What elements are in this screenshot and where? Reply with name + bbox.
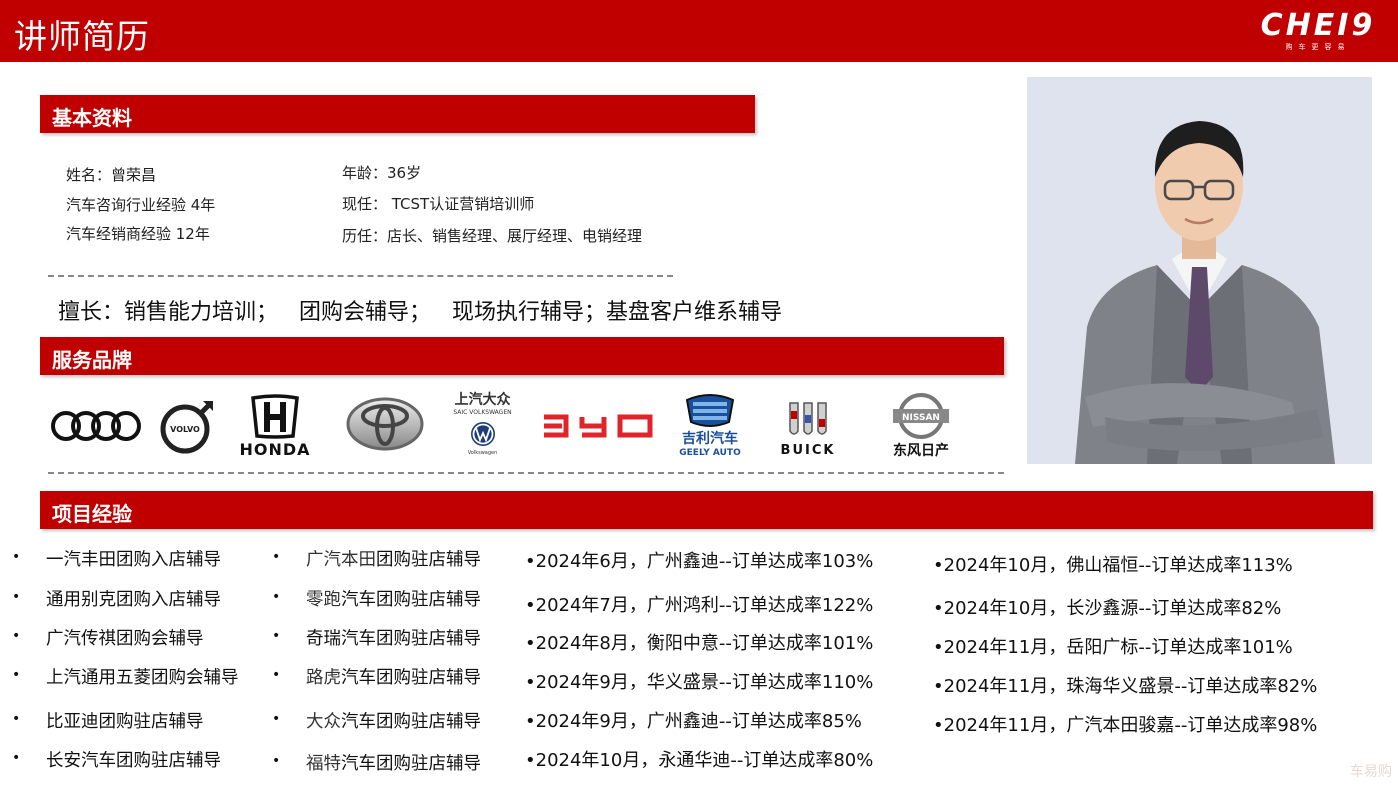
info-past-roles: 历任：店长、销售经理、展厅经理、电销经理 <box>342 227 643 245</box>
item-suffix: 汽车团购驻店辅导 <box>341 668 481 688</box>
bullet: • <box>12 750 21 766</box>
brand-prefix: 奇瑞 <box>306 629 341 649</box>
record-item: •2024年8月，衡阳中意--订单达成率101% <box>525 633 874 654</box>
vw-small-name: Volkswagen <box>467 449 498 456</box>
geely-en-name: GEELY AUTO <box>679 448 741 458</box>
info-name: 姓名：曾荣昌 <box>66 166 157 184</box>
list-item: 奇瑞汽车团购驻店辅导 <box>306 625 481 650</box>
byd-logo <box>538 404 658 448</box>
brand-prefix: 广汽本田 <box>306 550 376 570</box>
brand-prefix: 福特 <box>306 754 341 774</box>
record-item: •2024年9月，广州鑫迪--订单达成率85% <box>525 711 862 732</box>
info-current-role: 现任： TCST认证营销培训师 <box>342 195 535 213</box>
item-suffix: 汽车团购驻店辅导 <box>341 629 481 649</box>
divider-dashed <box>48 275 673 277</box>
list-item: 长安汽车团购驻店辅导 <box>46 751 221 771</box>
saic-vw-cn-name: 上汽大众 <box>454 391 511 408</box>
logo-word: CHEI9 <box>1260 8 1376 43</box>
geely-logo: 吉利汽车 GEELY AUTO <box>668 390 752 460</box>
brand-prefix: 大众 <box>306 712 341 732</box>
section-title-brands: 服务品牌 <box>52 348 132 372</box>
list-item: 零跑汽车团购驻店辅导 <box>306 586 481 611</box>
record-item: •2024年7月，广州鸿利--订单达成率122% <box>525 595 874 616</box>
volvo-logo: VOLVO <box>153 397 221 457</box>
chei9-logo: CHEI9 购车更容易 <box>1252 8 1384 56</box>
vw-badge-icon <box>470 421 495 446</box>
watermark: 车易购 <box>1350 764 1392 780</box>
record-item: •2024年9月，华义盛景--订单达成率110% <box>525 672 874 693</box>
saic-vw-en-name: SAIC VOLKSWAGEN <box>453 408 512 416</box>
geely-cn-name: 吉利汽车 <box>682 431 738 447</box>
bullet: • <box>12 667 21 683</box>
nissan-logo: NISSAN 东风日产 <box>876 390 966 462</box>
item-suffix: 汽车团购驻店辅导 <box>341 754 481 774</box>
audi-logo <box>46 400 146 452</box>
brand-prefix: 路虎 <box>306 668 341 688</box>
page-title: 讲师简历 <box>14 17 150 56</box>
item-suffix: 团购驻店辅导 <box>376 550 481 570</box>
instructor-photo <box>1027 77 1372 464</box>
info-consult-exp: 汽车咨询行业经验 4年 <box>66 196 216 214</box>
bullet: • <box>12 549 21 565</box>
section-basic-info: 基本资料 <box>40 95 755 133</box>
record-item: •2024年11月，岳阳广标--订单达成率101% <box>933 637 1293 658</box>
record-item: •2024年10月，佛山福恒--订单达成率113% <box>933 555 1293 576</box>
bullet: • <box>12 628 21 644</box>
bullet: • <box>272 667 281 683</box>
bullet: • <box>12 711 21 727</box>
record-item: •2024年6月，广州鑫迪--订单达成率103% <box>525 551 874 572</box>
list-item: 路虎汽车团购驻店辅导 <box>306 664 481 689</box>
list-item: 一汽丰田团购入店辅导 <box>46 550 221 570</box>
bullet: • <box>272 628 281 644</box>
bullet: • <box>272 711 281 727</box>
record-item: •2024年10月，永通华迪--订单达成率80% <box>525 750 874 771</box>
nissan-cn-name: 东风日产 <box>893 443 949 459</box>
honda-logo: HONDA <box>225 392 325 460</box>
info-dealer-exp: 汽车经销商经验 12年 <box>66 225 210 243</box>
list-item: 广汽传祺团购会辅导 <box>46 629 204 649</box>
list-item: 比亚迪团购驻店辅导 <box>46 712 204 732</box>
brand-prefix: 零跑 <box>306 590 341 610</box>
strength-text: 擅长：销售能力培训； 团购会辅导； 现场执行辅导；基盘客户维系辅导 <box>58 300 782 325</box>
buick-wordmark: BUICK <box>780 442 836 458</box>
list-item: 通用别克团购入店辅导 <box>46 590 221 610</box>
toyota-logo <box>340 395 430 453</box>
section-title-projects: 项目经验 <box>52 502 132 526</box>
section-title-basic: 基本资料 <box>52 106 132 130</box>
list-item: 福特汽车团购驻店辅导 <box>306 750 481 775</box>
nissan-badge-text: NISSAN <box>902 413 940 423</box>
item-suffix: 汽车团购驻店辅导 <box>341 712 481 732</box>
bullet: • <box>272 549 281 565</box>
record-item: •2024年11月，珠海华义盛景--订单达成率82% <box>933 676 1318 697</box>
list-item: 上汽通用五菱团购会辅导 <box>46 668 239 688</box>
bullet: • <box>272 589 281 605</box>
record-item: •2024年11月，广汽本田骏嘉--订单达成率98% <box>933 715 1318 736</box>
header-bar: 讲师简历 CHEI9 购车更容易 <box>0 0 1398 62</box>
info-age: 年龄：36岁 <box>342 164 422 182</box>
honda-wordmark: HONDA <box>239 439 311 459</box>
saic-volkswagen-logo: 上汽大众 SAIC VOLKSWAGEN Volkswagen <box>440 386 525 458</box>
list-item: 广汽本田团购驻店辅导 <box>306 546 481 571</box>
bullet: • <box>12 589 21 605</box>
section-brands: 服务品牌 <box>40 337 1004 375</box>
logo-tagline: 购车更容易 <box>1285 43 1351 51</box>
record-item: •2024年10月，长沙鑫源--订单达成率82% <box>933 598 1282 619</box>
item-suffix: 汽车团购驻店辅导 <box>341 590 481 610</box>
bullet: • <box>272 753 281 769</box>
divider-dashed-2 <box>48 472 1004 474</box>
volvo-wordmark: VOLVO <box>170 425 200 434</box>
section-projects: 项目经验 <box>40 491 1373 529</box>
list-item: 大众汽车团购驻店辅导 <box>306 708 481 733</box>
buick-logo: BUICK <box>766 393 850 461</box>
